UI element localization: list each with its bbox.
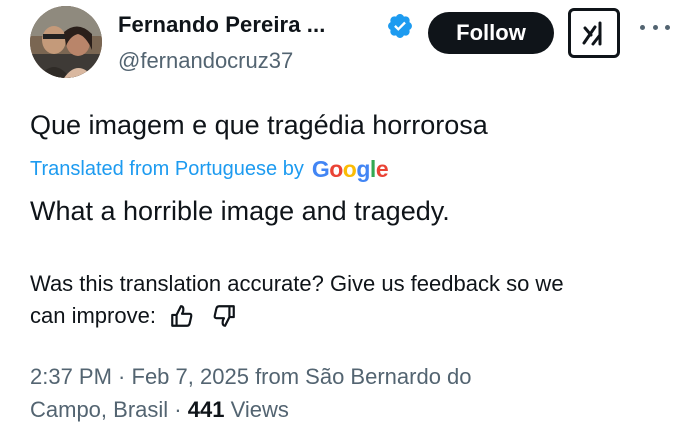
tweet-original-text: Que imagem e que tragédia horrorosa	[30, 110, 488, 140]
follow-button[interactable]: Follow	[428, 12, 554, 54]
tweet-meta-line1: 2:37 PM · Feb 7, 2025 from São Bernardo …	[30, 364, 472, 389]
avatar[interactable]	[30, 6, 102, 78]
verified-badge-icon	[388, 14, 412, 38]
views-label[interactable]: Views	[231, 397, 289, 422]
translation-feedback-question-cont: can improve:	[30, 303, 156, 328]
tweet-time[interactable]: 2:37 PM	[30, 364, 112, 389]
tweet-date[interactable]: Feb 7, 2025	[132, 364, 249, 389]
more-dot	[652, 24, 658, 30]
tweet-location-part2: Campo, Brasil	[30, 397, 169, 422]
translation-feedback-question: Was this translation accurate? Give us f…	[30, 271, 564, 296]
avatar-photo	[30, 6, 102, 78]
tweet-translated-text: What a horrible image and tragedy.	[30, 196, 450, 226]
google-logo: Google	[311, 155, 389, 182]
more-options-icon[interactable]	[640, 20, 670, 34]
grok-button[interactable]	[568, 8, 620, 58]
tweet-location-part1: from São Bernardo do	[255, 364, 472, 389]
more-dot	[640, 24, 645, 30]
thumbs-down-icon[interactable]	[210, 302, 238, 330]
grok-icon	[582, 21, 602, 46]
thumbs-up-icon[interactable]	[168, 302, 196, 330]
author-handle[interactable]: @fernandocruz37	[118, 48, 293, 74]
translation-feedback-row: can improve:	[30, 301, 238, 331]
views-count[interactable]: 441	[188, 397, 225, 422]
translated-from-label[interactable]: Translated from Portuguese by	[30, 158, 304, 181]
more-dot	[665, 24, 670, 30]
author-display-name[interactable]: Fernando Pereira ...	[118, 12, 325, 38]
translation-attribution[interactable]: Translated from Portuguese by Google	[30, 153, 389, 185]
tweet-meta-line2: Campo, Brasil · 441 Views	[30, 397, 289, 422]
